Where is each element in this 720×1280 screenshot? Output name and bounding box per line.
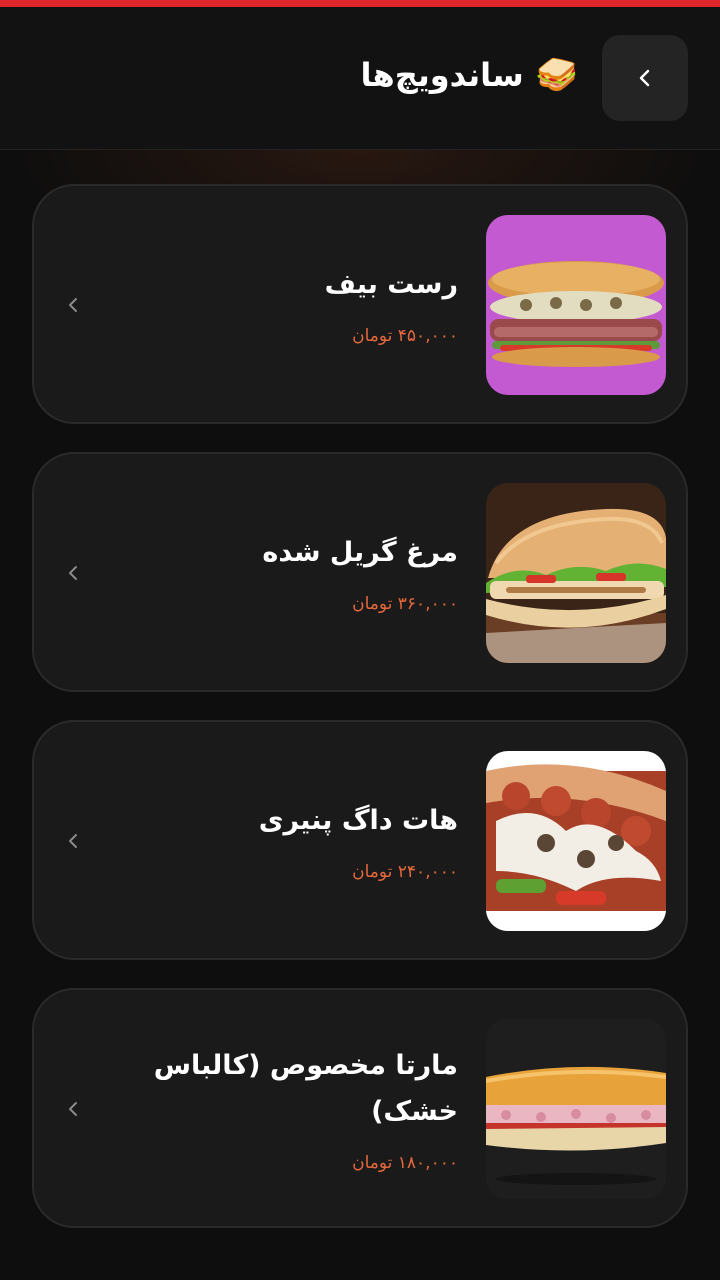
product-name: هات داگ پنیری — [258, 805, 458, 837]
product-card[interactable]: رست بیف ۴۵۰,۰۰۰ تومان — [32, 184, 688, 424]
top-accent-bar — [0, 0, 720, 7]
product-name: مارتا مخصوص (کالباس خشک) — [153, 1050, 458, 1127]
chevron-left-icon — [69, 834, 77, 848]
chevron-left-icon — [69, 298, 77, 312]
product-price: ۲۴۰,۰۰۰ تومان — [352, 861, 458, 882]
sandwich-icon: 🥪 — [535, 55, 578, 95]
chevron-left-icon — [639, 69, 650, 87]
chevron-left-icon — [69, 566, 77, 580]
product-list: رست بیف ۴۵۰,۰۰۰ تومان مرغ گریل شده ۳۶۰,۰… — [32, 184, 688, 1256]
product-card[interactable]: مرغ گریل شده ۳۶۰,۰۰۰ تومان — [32, 452, 688, 692]
page-title-text: ساندویچ‌ها — [360, 56, 524, 94]
page-title: 🥪 ساندویچ‌ها — [361, 49, 579, 101]
product-info: مرغ گریل شده ۳۶۰,۰۰۰ تومان — [78, 454, 458, 690]
product-info: رست بیف ۴۵۰,۰۰۰ تومان — [78, 186, 458, 422]
product-price: ۱۸۰,۰۰۰ تومان — [352, 1152, 458, 1173]
product-price: ۳۶۰,۰۰۰ تومان — [352, 593, 458, 614]
product-image — [486, 1019, 666, 1199]
product-image — [486, 215, 666, 395]
product-name: مرغ گریل شده — [262, 537, 458, 569]
product-info: مارتا مخصوص (کالباس خشک) ۱۸۰,۰۰۰ تومان — [78, 990, 458, 1226]
product-image — [486, 751, 666, 931]
back-button[interactable] — [602, 35, 688, 121]
product-price: ۴۵۰,۰۰۰ تومان — [352, 325, 458, 346]
product-image — [486, 483, 666, 663]
product-card[interactable]: هات داگ پنیری ۲۴۰,۰۰۰ تومان — [32, 720, 688, 960]
chevron-left-icon — [69, 1102, 77, 1116]
product-name: رست بیف — [324, 269, 458, 301]
app-header: 🥪 ساندویچ‌ها — [0, 7, 720, 150]
product-card[interactable]: مارتا مخصوص (کالباس خشک) ۱۸۰,۰۰۰ تومان — [32, 988, 688, 1228]
product-info: هات داگ پنیری ۲۴۰,۰۰۰ تومان — [78, 722, 458, 958]
